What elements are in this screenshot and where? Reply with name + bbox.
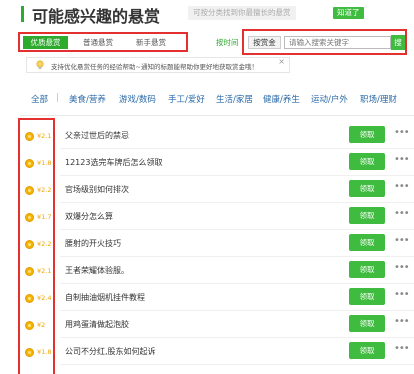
tip-notice: 支持优化悬赏任务的经验帮助~通知的标题能帮助你更好地获取赏金哦！ × [26, 57, 290, 73]
question-link[interactable]: 官场级别如何排次 [65, 184, 129, 195]
claim-button[interactable]: 领取 [349, 261, 385, 278]
page-header: 可能感兴趣的悬赏 可按分类找到你最擅长的悬赏 知道了 [0, 0, 414, 26]
question-link[interactable]: 公司不分红,股东如何起诉 [65, 346, 156, 357]
category-sports[interactable]: 运动/户外 [311, 93, 348, 105]
question-link[interactable]: 用鸡蛋清做起泡胶 [65, 319, 129, 330]
tab-newbie-bounty[interactable]: 新手悬赏 [126, 36, 176, 49]
category-food[interactable]: 美食/营养 [69, 93, 106, 105]
more-dots-icon[interactable]: ••• [394, 235, 410, 247]
row-divider [60, 283, 414, 284]
row-divider [60, 337, 414, 338]
category-home[interactable]: 生活/家居 [216, 93, 253, 105]
claim-button[interactable]: 领取 [349, 180, 385, 197]
claim-button[interactable]: 领取 [349, 234, 385, 251]
more-dots-icon[interactable]: ••• [394, 316, 410, 328]
bounty-type-tabs: 优质悬赏 普通悬赏 新手悬赏 [18, 32, 188, 52]
bounty-row: ¥2.1 王者荣耀体验服。 领取 ••• [0, 261, 414, 287]
bounty-row: ¥1.7 双爆分怎么算 领取 ••• [0, 207, 414, 233]
question-link[interactable]: 自制抽油烟机挂件教程 [65, 292, 145, 303]
more-dots-icon[interactable]: ••• [394, 343, 410, 355]
row-divider [60, 148, 414, 149]
category-nav: 全部 | 美食/营养 游戏/数码 手工/爱好 生活/家居 健康/养生 运动/户外… [0, 93, 414, 109]
claim-button[interactable]: 领取 [349, 126, 385, 143]
row-divider [60, 256, 414, 257]
bounty-row: ¥2.2 官场级别如何排次 领取 ••• [0, 180, 414, 206]
search-scope-select[interactable]: 按赏金 [248, 36, 281, 49]
claim-button[interactable]: 领取 [349, 207, 385, 224]
divider [20, 115, 414, 116]
search-box: 按赏金 搜 [242, 29, 407, 55]
question-link[interactable]: 双爆分怎么算 [65, 211, 113, 222]
category-games[interactable]: 游戏/数码 [119, 93, 156, 105]
row-divider [60, 229, 414, 230]
close-icon[interactable]: × [278, 57, 285, 66]
category-health[interactable]: 健康/养生 [263, 93, 300, 105]
category-crafts[interactable]: 手工/爱好 [168, 93, 205, 105]
category-career[interactable]: 职场/理财 [360, 93, 397, 105]
category-separator: | [56, 93, 59, 103]
title-accent-bar [21, 6, 24, 22]
more-dots-icon[interactable]: ••• [394, 181, 410, 193]
row-divider [60, 202, 414, 203]
more-dots-icon[interactable]: ••• [394, 289, 410, 301]
claim-button[interactable]: 领取 [349, 288, 385, 305]
question-link[interactable]: 12123选完车牌后怎么领取 [65, 157, 162, 168]
question-link[interactable]: 腰射的开火技巧 [65, 238, 121, 249]
lightbulb-icon [36, 60, 44, 69]
got-it-button[interactable]: 知道了 [333, 7, 364, 19]
row-divider [60, 364, 414, 365]
more-dots-icon[interactable]: ••• [394, 127, 410, 139]
bounty-row: ¥2.4 自制抽油烟机挂件教程 领取 ••• [0, 288, 414, 314]
bounty-row: ¥1.8 12123选完车牌后怎么领取 领取 ••• [0, 153, 414, 179]
bounty-row: ¥2 用鸡蛋清做起泡胶 领取 ••• [0, 315, 414, 341]
row-divider [60, 310, 414, 311]
claim-button[interactable]: 领取 [349, 153, 385, 170]
tab-quality-bounty[interactable]: 优质悬赏 [23, 36, 68, 49]
amount-column-highlight [18, 118, 55, 374]
page-title: 可能感兴趣的悬赏 [32, 7, 161, 26]
category-hint: 可按分类找到你最擅长的悬赏 [188, 6, 296, 20]
row-divider [60, 175, 414, 176]
bounty-row: ¥2.1 父亲过世后的禁忌 领取 ••• [0, 126, 414, 152]
claim-button[interactable]: 领取 [349, 342, 385, 359]
bounty-row: ¥1.8 公司不分红,股东如何起诉 领取 ••• [0, 342, 414, 368]
more-dots-icon[interactable]: ••• [394, 208, 410, 220]
notice-text: 支持优化悬赏任务的经验帮助~通知的标题能帮助你更好地获取赏金哦！ [51, 63, 258, 71]
category-all[interactable]: 全部 [31, 93, 48, 105]
bounty-row: ¥2.2 腰射的开火技巧 领取 ••• [0, 234, 414, 260]
search-input[interactable] [284, 36, 391, 49]
claim-button[interactable]: 领取 [349, 315, 385, 332]
question-link[interactable]: 父亲过世后的禁忌 [65, 130, 129, 141]
more-dots-icon[interactable]: ••• [394, 154, 410, 166]
sort-by-time-link[interactable]: 按时间 [216, 37, 239, 48]
search-button[interactable]: 搜 [391, 35, 405, 50]
more-dots-icon[interactable]: ••• [394, 262, 410, 274]
question-link[interactable]: 王者荣耀体验服。 [65, 265, 129, 276]
tab-normal-bounty[interactable]: 普通悬赏 [73, 36, 123, 49]
